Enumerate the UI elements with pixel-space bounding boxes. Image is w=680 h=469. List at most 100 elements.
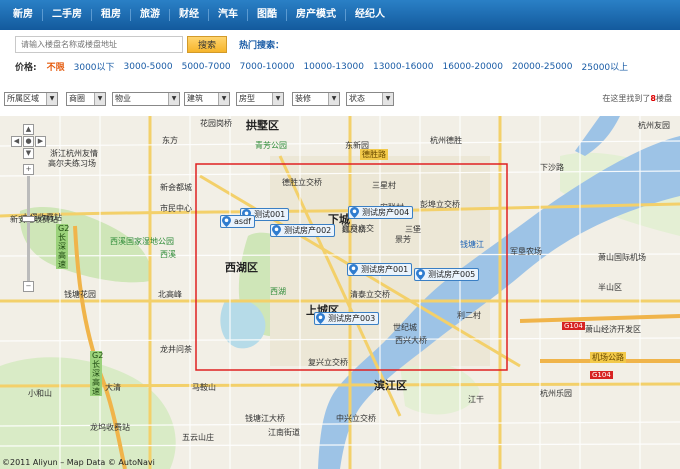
- chevron-down-icon: ▼: [382, 93, 393, 105]
- place-label: 下沙路: [540, 163, 564, 172]
- chevron-down-icon: ▼: [46, 93, 57, 105]
- place-label: 复兴立交桥: [308, 358, 348, 367]
- place-label: 龙坞收费站: [90, 423, 130, 432]
- property-marker[interactable]: asdf: [220, 215, 255, 228]
- nav-item-zufang[interactable]: 租房: [92, 9, 131, 21]
- marker-label: 测试房产004: [362, 208, 410, 217]
- price-option[interactable]: 20000-25000: [512, 62, 573, 72]
- pan-down-button[interactable]: ▼: [23, 148, 34, 159]
- place-label: 马鞍山: [192, 383, 216, 392]
- marker-label: 测试房产005: [428, 270, 476, 279]
- search-input[interactable]: [15, 36, 183, 53]
- price-option[interactable]: 3000以下: [74, 60, 115, 73]
- marker-label: 测试001: [254, 210, 286, 219]
- district-label: 拱墅区: [246, 119, 279, 132]
- place-label: 北高峰: [158, 290, 182, 299]
- nav-item-fangchan-moshi[interactable]: 房产模式: [287, 9, 346, 21]
- property-marker[interactable]: 测试房产005: [414, 268, 480, 281]
- search-row: 搜索 热门搜索：: [15, 36, 284, 53]
- property-select[interactable]: 物业 ▼: [112, 92, 180, 106]
- place-label: 大清: [105, 383, 121, 392]
- place-label: 西溪国家湿地公园: [110, 237, 174, 246]
- nav-item-jingjiren[interactable]: 经纪人: [346, 9, 394, 21]
- place-label: 青芳公园: [255, 141, 287, 150]
- price-option[interactable]: 5000-7000: [182, 62, 231, 72]
- place-label: 三堡: [405, 225, 421, 234]
- decoration-select[interactable]: 装修 ▼: [292, 92, 340, 106]
- pan-up-button[interactable]: ▲: [23, 124, 34, 135]
- zoom-in-button[interactable]: +: [23, 164, 34, 175]
- place-label: 西湖: [270, 287, 286, 296]
- select-value: 状态: [349, 94, 365, 103]
- filter-row: 所属区域 ▼ 商圈 ▼ 物业 ▼ 建筑 ▼ 房型 ▼ 装修 ▼ 状态 ▼ 在这里找到了8楼盘: [4, 92, 676, 108]
- pan-center-button[interactable]: ●: [23, 136, 34, 147]
- place-label: 三星村: [372, 181, 396, 190]
- place-label: 半山区: [598, 283, 622, 292]
- zoom-slider-handle[interactable]: [22, 216, 35, 222]
- nav-item-lvyou[interactable]: 旅游: [131, 9, 170, 21]
- place-label: 凯月立交: [342, 224, 374, 233]
- marker-label: asdf: [234, 217, 251, 226]
- select-value: 装修: [295, 94, 311, 103]
- nav-item-ershoufang[interactable]: 二手房: [43, 9, 92, 21]
- select-value: 房型: [239, 94, 255, 103]
- price-option[interactable]: 25000以上: [582, 60, 629, 73]
- search-button[interactable]: 搜索: [187, 36, 227, 53]
- district-select[interactable]: 所属区域 ▼: [4, 92, 58, 106]
- place-label: 东方: [162, 136, 178, 145]
- price-option[interactable]: 3000-5000: [124, 62, 173, 72]
- status-select[interactable]: 状态 ▼: [346, 92, 394, 106]
- map-pin-icon: [272, 225, 281, 236]
- chevron-down-icon: ▼: [168, 93, 179, 105]
- place-label: 萧山经济开发区: [585, 325, 641, 334]
- place-label: 龙井问茶: [160, 345, 192, 354]
- property-marker[interactable]: 测试房产003: [314, 312, 380, 325]
- place-label: 新会都城: [160, 183, 192, 192]
- price-option[interactable]: 10000-13000: [303, 62, 364, 72]
- place-label: 利二村: [457, 311, 481, 320]
- zoom-out-button[interactable]: −: [23, 281, 34, 292]
- chevron-down-icon: ▼: [218, 93, 229, 105]
- nav-item-tuku[interactable]: 图酷: [248, 9, 287, 21]
- zoom-slider-track[interactable]: [27, 176, 30, 281]
- nav-item-caijing[interactable]: 财经: [170, 9, 209, 21]
- map-pin-icon: [316, 313, 325, 324]
- property-marker[interactable]: 测试房产004: [348, 206, 414, 219]
- place-label: 萧山国际机场: [598, 253, 646, 262]
- price-option[interactable]: 13000-16000: [373, 62, 434, 72]
- place-label: 彭埠立交桥: [420, 200, 460, 209]
- place-label: 西兴大桥: [395, 336, 427, 345]
- pan-left-button[interactable]: ◀: [11, 136, 22, 147]
- select-value: 物业: [115, 94, 131, 103]
- place-label: 花园岗桥: [200, 119, 232, 128]
- price-option-any[interactable]: 不限: [47, 60, 65, 73]
- nav-item-qiche[interactable]: 汽车: [209, 9, 248, 21]
- property-marker[interactable]: 测试房产002: [270, 224, 336, 237]
- place-label: 杭州乐园: [540, 389, 572, 398]
- building-select[interactable]: 建筑 ▼: [184, 92, 230, 106]
- place-label: 江南街道: [268, 428, 300, 437]
- place-label: 市民中心: [160, 204, 192, 213]
- pan-right-button[interactable]: ▶: [35, 136, 46, 147]
- price-option[interactable]: 7000-10000: [240, 62, 295, 72]
- place-label: 中兴立交桥: [336, 414, 376, 423]
- result-count: 在这里找到了8楼盘: [602, 94, 672, 103]
- room-type-select[interactable]: 房型 ▼: [236, 92, 284, 106]
- business-area-select[interactable]: 商圈 ▼: [66, 92, 106, 106]
- place-label: 世纪城: [393, 323, 417, 332]
- highway-badge: G104: [562, 322, 585, 330]
- map-pin-icon: [350, 207, 359, 218]
- place-label: 杭州德胜: [430, 136, 462, 145]
- marker-label: 测试房产003: [328, 314, 376, 323]
- property-marker[interactable]: 测试房产001: [347, 263, 413, 276]
- marker-label: 测试房产001: [361, 265, 409, 274]
- map-pin-icon: [349, 264, 358, 275]
- top-nav: 新房 二手房 租房 旅游 财经 汽车 图酷 房产模式 经纪人: [0, 0, 680, 30]
- map-view[interactable]: 拱墅区 下城 西湖区 上城区 滨江区 花园岗桥 德胜立交桥 彭埠立交桥 红交桥 …: [0, 116, 680, 469]
- place-label: 军垦农场: [510, 247, 542, 256]
- highway-label: G2 长深高速: [56, 224, 70, 269]
- chevron-down-icon: ▼: [94, 93, 105, 105]
- nav-item-xinfang[interactable]: 新房: [4, 9, 43, 21]
- price-option[interactable]: 16000-20000: [442, 62, 503, 72]
- place-label: 五云山庄: [182, 433, 214, 442]
